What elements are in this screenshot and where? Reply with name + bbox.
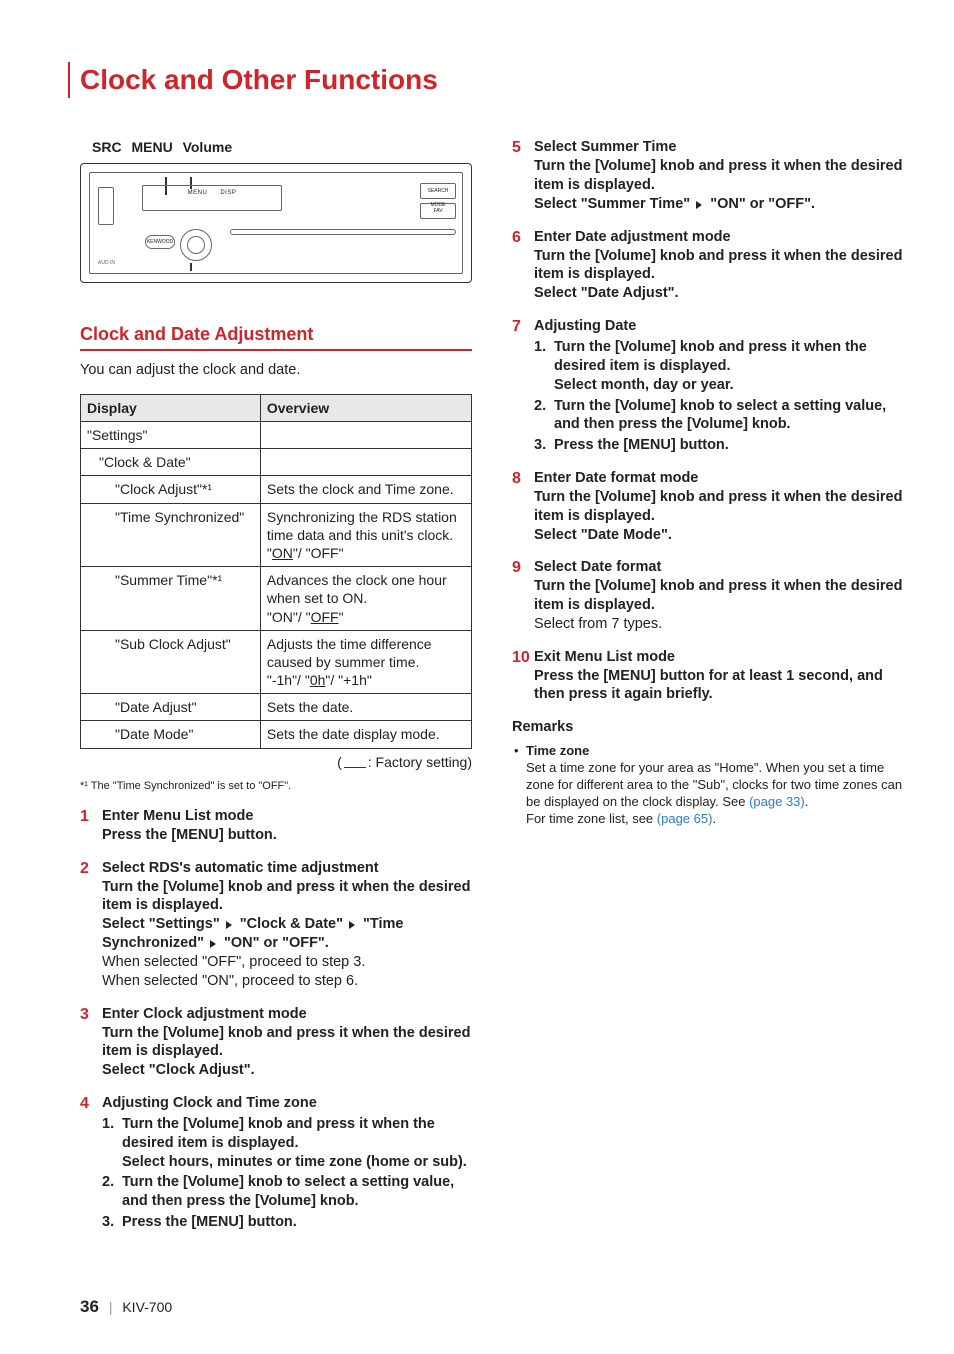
cell-display: "Time Synchronized" [81,503,261,567]
label-volume: Volume [183,139,233,155]
step-title: Enter Menu List mode [102,807,472,826]
page-number: 36 [80,1297,99,1316]
steps-left: Enter Menu List modePress the [MENU] but… [80,807,472,1232]
remark-body: Set a time zone for your area as "Home".… [526,760,904,828]
step: Enter Date adjustment modeTurn the [Volu… [512,228,904,303]
step: Exit Menu List modePress the [MENU] butt… [512,648,904,705]
settings-table: Display Overview "Settings""Clock & Date… [80,394,472,749]
step-body: Turn the [Volume] knob and press it when… [534,247,904,304]
device-labels: SRC MENU Volume [80,138,472,156]
device-screen: MENU DISP [142,185,282,211]
table-row: "Date Adjust"Sets the date. [81,694,472,721]
cell-overview: Sets the clock and Time zone. [260,476,471,503]
cell-overview [260,422,471,449]
cell-display: "Settings" [81,422,261,449]
th-overview: Overview [260,394,471,421]
table-row: "Clock & Date" [81,449,472,476]
substep: Turn the [Volume] knob and press it when… [534,338,904,395]
step-title: Enter Date format mode [534,469,904,488]
cell-overview: Advances the clock one hour when set to … [260,567,471,631]
cell-display: "Date Adjust" [81,694,261,721]
table-row: "Summer Time"*¹Advances the clock one ho… [81,567,472,631]
step-body: Turn the [Volume] knob and press it when… [534,157,904,214]
cell-display: "Summer Time"*¹ [81,567,261,631]
model-name: KIV-700 [122,1299,172,1315]
page-footer: 36 | KIV-700 [80,1296,904,1318]
device-src-button [98,187,114,225]
device-kenwood-badge: KENWOOD [145,235,175,249]
step: Enter Menu List modePress the [MENU] but… [80,807,472,845]
table-row: "Sub Clock Adjust"Adjusts the time diffe… [81,630,472,694]
cell-display: "Date Mode" [81,721,261,748]
step-body: Turn the [Volume] knob and press it when… [534,488,904,545]
step-note: Select from 7 types. [534,615,904,634]
step-body: Turn the [Volume] knob and press it when… [102,878,472,953]
cell-display: "Clock Adjust"*¹ [81,476,261,503]
device-illustration: MENU DISP KENWOOD SEARCH MODE FAV AUD IN [80,163,472,283]
cell-display: "Sub Clock Adjust" [81,630,261,694]
label-src: SRC [92,139,122,155]
remarks-list: Time zoneSet a time zone for your area a… [512,743,904,827]
cell-display: "Clock & Date" [81,449,261,476]
cell-overview [260,449,471,476]
step-note: When selected "ON", proceed to step 6. [102,972,472,991]
substep: Press the [MENU] button. [102,1213,472,1232]
section-title: Clock and Date Adjustment [80,323,472,351]
step-body: Press the [MENU] button for at least 1 s… [534,667,904,705]
step-title: Exit Menu List mode [534,648,904,667]
device-search-button: SEARCH MODE [420,183,456,199]
substeps: Turn the [Volume] knob and press it when… [102,1115,472,1232]
substep: Turn the [Volume] knob to select a setti… [534,397,904,435]
cell-overview: Adjusts the time difference caused by su… [260,630,471,694]
step: Enter Clock adjustment modeTurn the [Vol… [80,1005,472,1080]
table-row: "Settings" [81,422,472,449]
content-columns: SRC MENU Volume MENU DISP KENWOOD SEARCH… [80,138,904,1246]
label-menu: MENU [131,139,172,155]
cell-overview: Synchronizing the RDS station time data … [260,503,471,567]
step-title: Select Date format [534,558,904,577]
table-row: "Time Synchronized"Synchronizing the RDS… [81,503,472,567]
substep: Press the [MENU] button. [534,436,904,455]
step: Select Date formatTurn the [Volume] knob… [512,558,904,633]
step-title: Adjusting Clock and Time zone [102,1094,472,1113]
cell-overview: Sets the date display mode. [260,721,471,748]
step-title: Select Summer Time [534,138,904,157]
step: Adjusting Clock and Time zone Turn the [V… [80,1094,472,1232]
device-volume-knob [180,229,212,261]
substeps: Turn the [Volume] knob and press it when… [534,338,904,455]
factory-setting-note: (: Factory setting) [80,753,472,771]
step-body: Turn the [Volume] knob and press it when… [102,1024,472,1081]
link-customization[interactable]: (page 33) [749,794,805,809]
section-intro: You can adjust the clock and date. [80,361,472,380]
table-row: "Date Mode"Sets the date display mode. [81,721,472,748]
step: Select RDS's automatic time adjustmentTu… [80,859,472,991]
link-timezone-list[interactable]: (page 65) [657,811,713,826]
step-body: Press the [MENU] button. [102,826,472,845]
step-title: Adjusting Date [534,317,904,336]
right-column: Select Summer TimeTurn the [Volume] knob… [512,138,904,1246]
steps-right: Select Summer TimeTurn the [Volume] knob… [512,138,904,704]
step-title: Enter Date adjustment mode [534,228,904,247]
step-title: Select RDS's automatic time adjustment [102,859,472,878]
step-title: Enter Clock adjustment mode [102,1005,472,1024]
remark-item: Time zoneSet a time zone for your area a… [512,743,904,827]
device-cd-slot [230,229,456,235]
substep: Turn the [Volume] knob and press it when… [102,1115,472,1172]
step: Enter Date format modeTurn the [Volume] … [512,469,904,544]
device-aux-label: AUD IN [98,260,115,267]
step-body: Turn the [Volume] knob and press it when… [534,577,904,615]
substep: Turn the [Volume] knob to select a setti… [102,1173,472,1211]
step: Select Summer TimeTurn the [Volume] knob… [512,138,904,213]
step: Adjusting Date Turn the [Volume] knob and… [512,317,904,455]
remark-title: Time zone [526,743,904,760]
device-fav-button: FAV [420,203,456,219]
page-title: Clock and Other Functions [68,62,904,98]
step-note: When selected "OFF", proceed to step 3. [102,953,472,972]
table-row: "Clock Adjust"*¹Sets the clock and Time … [81,476,472,503]
cell-overview: Sets the date. [260,694,471,721]
footnote: *¹ The "Time Synchronized" is set to "OF… [80,779,472,793]
th-display: Display [81,394,261,421]
left-column: SRC MENU Volume MENU DISP KENWOOD SEARCH… [80,138,472,1246]
remarks-heading: Remarks [512,718,904,737]
